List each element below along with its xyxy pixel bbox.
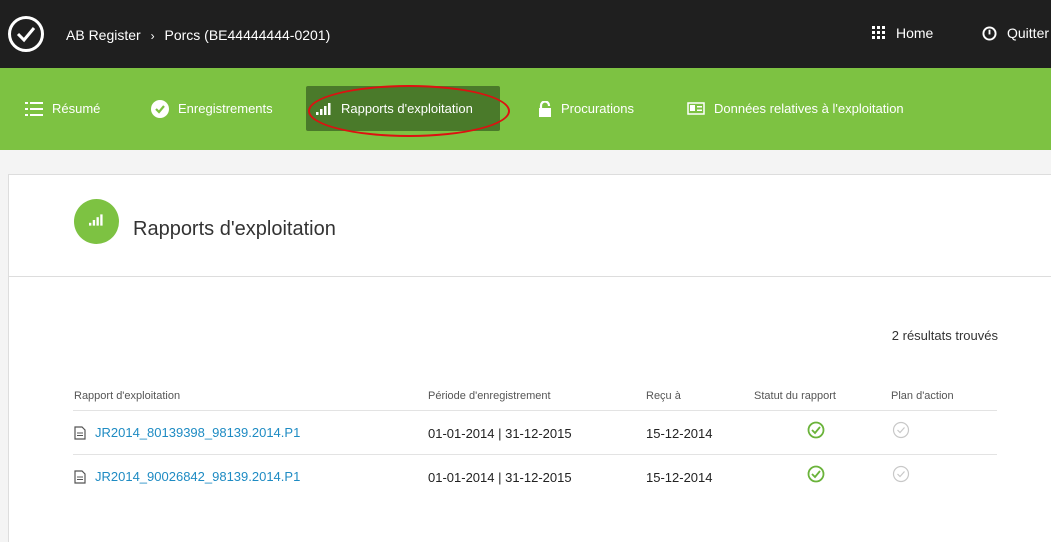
column-header-report: Rapport d'exploitation [74, 390, 181, 402]
column-header-plan: Plan d'action [891, 390, 954, 402]
status-ok-icon [807, 421, 825, 439]
lock-icon [539, 100, 551, 117]
row-divider [73, 410, 997, 411]
report-link[interactable]: JR2014_90026842_98139.2014.P1 [74, 469, 300, 484]
page-title: Rapports d'exploitation [133, 218, 336, 240]
quit-link[interactable]: Quitter [982, 25, 1049, 41]
content-panel: Rapports d'exploitation 2 résultats trou… [8, 174, 1051, 542]
status-ok-icon [807, 465, 825, 483]
column-header-received: Reçu à [646, 390, 681, 402]
page-header: Rapports d'exploitation [9, 175, 1051, 277]
results-count: 2 résultats trouvés [891, 328, 998, 343]
column-header-period: Période d'enregistrement [428, 390, 551, 402]
home-label: Home [896, 25, 934, 41]
signal-bars-icon [316, 102, 331, 115]
spacer-strip [0, 150, 1051, 174]
report-name: JR2014_90026842_98139.2014.P1 [95, 469, 301, 484]
nav-label: Enregistrements [178, 101, 273, 116]
row-divider [73, 454, 997, 455]
action-plan-icon [892, 465, 910, 483]
home-link[interactable]: Home [872, 25, 933, 41]
nav-label: Données relatives à l'exploitation [714, 101, 904, 116]
nav-label: Procurations [561, 101, 634, 116]
power-icon [982, 25, 997, 41]
column-header-status: Statut du rapport [754, 390, 836, 402]
main-nav: Résumé Enregistrements Rapports d'exploi… [0, 68, 1051, 150]
period-cell: 01-01-2014 | 31-12-2015 [428, 426, 572, 441]
breadcrumb: AB Register › Porcs (BE44444444-0201) [66, 27, 330, 43]
check-circle-icon [151, 99, 169, 118]
document-icon [74, 469, 86, 484]
nav-item-enregistrements[interactable]: Enregistrements [141, 86, 283, 131]
nav-item-rapports[interactable]: Rapports d'exploitation [306, 86, 500, 131]
nav-item-resume[interactable]: Résumé [15, 86, 110, 131]
action-plan-icon [892, 421, 910, 439]
app-logo-check-icon[interactable] [8, 16, 44, 52]
grid-icon [872, 26, 885, 39]
nav-label: Rapports d'exploitation [341, 101, 473, 116]
received-cell: 15-12-2014 [646, 470, 713, 485]
card-icon [687, 102, 705, 115]
period-cell: 01-01-2014 | 31-12-2015 [428, 470, 572, 485]
nav-label: Résumé [52, 101, 101, 116]
breadcrumb-separator: › [150, 29, 155, 43]
document-icon [74, 425, 86, 440]
quit-label: Quitter [1007, 25, 1050, 41]
breadcrumb-current: Porcs (BE44444444-0201) [164, 27, 331, 43]
signal-bars-icon [74, 199, 119, 244]
list-icon [25, 101, 43, 116]
breadcrumb-app[interactable]: AB Register [66, 27, 141, 43]
nav-item-procurations[interactable]: Procurations [528, 86, 644, 131]
report-link[interactable]: JR2014_80139398_98139.2014.P1 [74, 425, 300, 440]
top-bar: AB Register › Porcs (BE44444444-0201) Ho… [0, 0, 1051, 68]
nav-item-donnees[interactable]: Données relatives à l'exploitation [677, 86, 914, 131]
received-cell: 15-12-2014 [646, 426, 713, 441]
report-name: JR2014_80139398_98139.2014.P1 [95, 425, 301, 440]
